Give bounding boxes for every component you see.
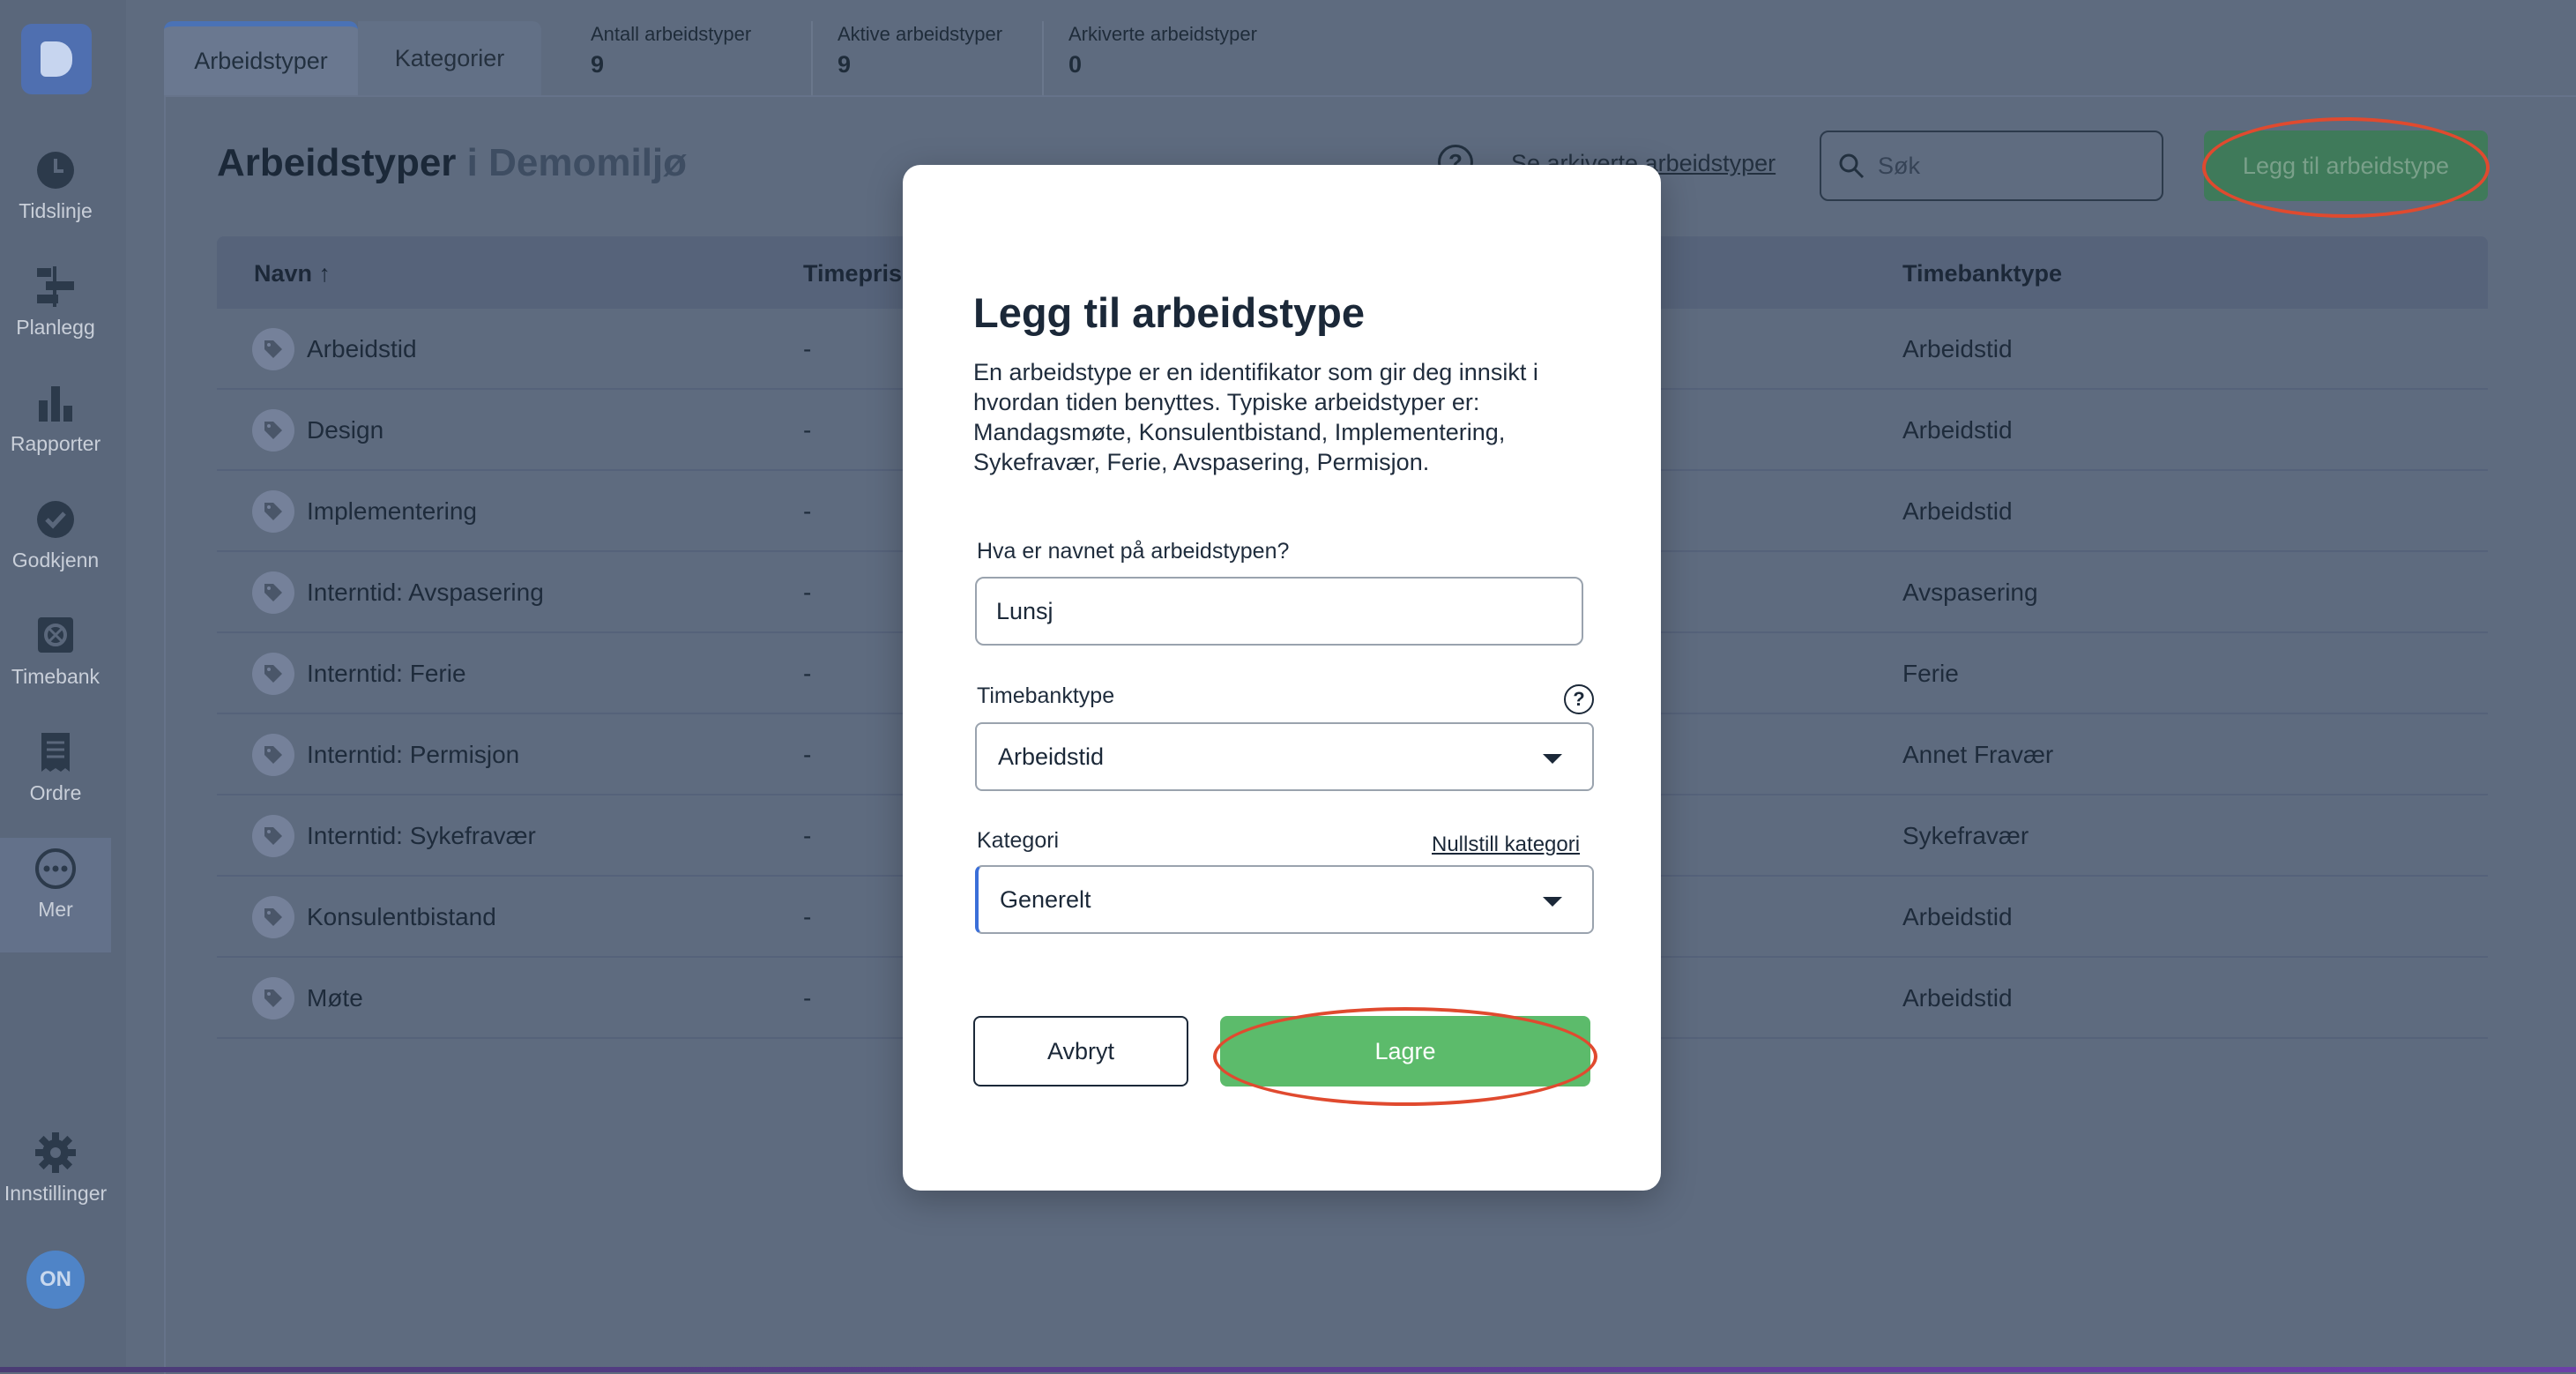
reset-category-link[interactable]: Nullstill kategori	[1432, 833, 1580, 857]
dialog-title: Legg til arbeidstype	[973, 289, 1365, 336]
name-label: Hva er navnet på arbeidstypen?	[977, 539, 1290, 564]
worktype-name-input[interactable]	[975, 577, 1583, 646]
bottom-edge	[0, 1367, 2576, 1372]
help-icon[interactable]: ?	[1564, 684, 1594, 714]
chevron-down-icon	[1543, 754, 1562, 764]
dialog-description: En arbeidstype er en identifikator som g…	[973, 359, 1538, 475]
add-worktype-dialog: Legg til arbeidstype En arbeidstype er e…	[903, 165, 1661, 1191]
bank-type-value: Arbeidstid	[998, 743, 1105, 770]
category-value: Generelt	[1000, 885, 1091, 913]
modal-overlay: Legg til arbeidstype En arbeidstype er e…	[0, 0, 2576, 1372]
cancel-button[interactable]: Avbryt	[973, 1016, 1188, 1087]
category-label: Kategori	[977, 828, 1060, 853]
chevron-down-icon	[1543, 897, 1562, 907]
bank-type-label: Timebanktype	[977, 683, 1115, 708]
bank-type-select[interactable]: Arbeidstid	[975, 722, 1594, 791]
category-select[interactable]: Generelt	[975, 865, 1594, 934]
save-button[interactable]: Lagre	[1220, 1016, 1590, 1087]
